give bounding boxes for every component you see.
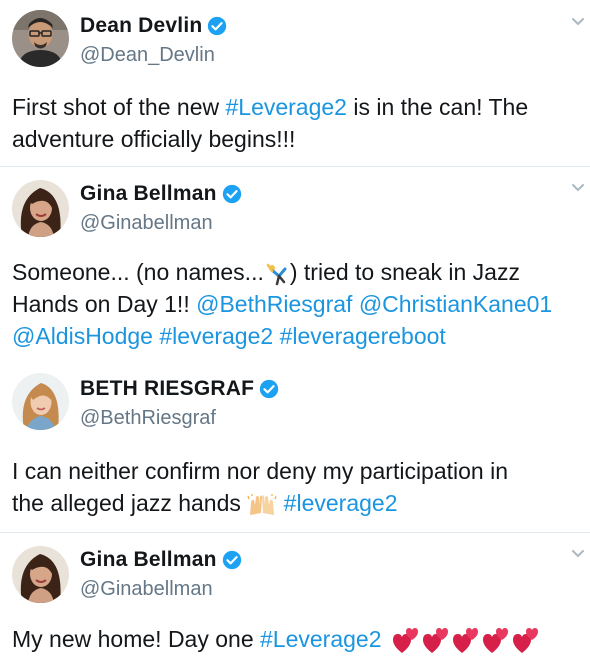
text-segment: First shot of the new	[12, 94, 226, 120]
handle[interactable]: @Ginabellman	[80, 212, 213, 235]
mention-link[interactable]: @BethRiesgraf	[196, 291, 352, 317]
avatar-dean-devlin[interactable]	[12, 10, 69, 67]
tweet-gina-bellman[interactable]: Gina Bellman @Ginabellman Someone... (no…	[0, 167, 590, 362]
text-segment: adventure officially begins!!!	[12, 126, 296, 152]
text-segment: My new home! Day one	[12, 626, 261, 652]
display-name[interactable]: Gina Bellman	[80, 548, 217, 572]
display-name[interactable]: Dean Devlin	[80, 14, 202, 38]
verified-badge-icon	[207, 16, 227, 36]
text-segment: Hands on Day 1!!	[12, 291, 197, 317]
text-segment: Someone... (no names...	[12, 259, 264, 285]
tweet-text: I can neither confirm nor deny my partic…	[12, 455, 586, 519]
avatar-image	[12, 180, 69, 237]
chevron-down-icon[interactable]	[570, 182, 586, 194]
mention-link[interactable]: @ChristianKane01	[359, 291, 552, 317]
handle[interactable]: @BethRiesgraf	[80, 407, 216, 430]
tweet-dean-devlin[interactable]: Dean Devlin @Dean_Devlin First shot of t…	[0, 0, 590, 166]
tweet-text: My new home! Day one #Leverage2	[12, 623, 586, 656]
hashtag-link[interactable]: #leverage2	[159, 323, 273, 349]
tweet-beth-riesgraf[interactable]: BETH RIESGRAF @BethRiesgraf I can neithe…	[0, 362, 590, 532]
tweet-text: First shot of the new #Leverage2 is in t…	[12, 91, 586, 155]
hashtag-link[interactable]: #Leverage2	[225, 94, 347, 120]
avatar-image	[12, 373, 69, 430]
chevron-down-icon[interactable]	[570, 548, 586, 560]
cartwheel-emoji-icon	[264, 261, 290, 287]
text-segment: ) tried to sneak in Jazz	[289, 259, 520, 285]
avatar-gina-bellman[interactable]	[12, 180, 69, 237]
raising-hands-emoji-icon	[247, 493, 277, 517]
handle[interactable]: @Ginabellman	[80, 578, 213, 601]
hashtag-link[interactable]: #leveragereboot	[280, 323, 446, 349]
handle[interactable]: @Dean_Devlin	[80, 44, 215, 67]
avatar-beth-riesgraf[interactable]	[12, 373, 69, 430]
hashtag-link[interactable]: #leverage2	[284, 490, 398, 516]
verified-badge-icon	[259, 379, 279, 399]
two-hearts-emoji-icon	[390, 626, 540, 656]
tweet-text: Someone... (no names... ) tried to sneak …	[12, 256, 586, 352]
avatar-image	[12, 10, 69, 67]
hashtag-link[interactable]: #Leverage2	[260, 626, 382, 652]
mention-link[interactable]: @AldisHodge	[12, 323, 153, 349]
text-segment: is in the can! The	[346, 94, 529, 120]
verified-badge-icon	[222, 550, 242, 570]
verified-badge-icon	[222, 184, 242, 204]
avatar-image	[12, 546, 69, 603]
display-name[interactable]: BETH RIESGRAF	[80, 377, 254, 401]
text-segment: the alleged jazz hands	[12, 490, 248, 516]
avatar-gina-bellman[interactable]	[12, 546, 69, 603]
chevron-down-icon[interactable]	[570, 16, 586, 28]
tweet-gina-bellman-2[interactable]: Gina Bellman @Ginabellman My new home! D…	[0, 533, 590, 670]
text-segment: I can neither confirm nor deny my partic…	[12, 458, 509, 484]
display-name[interactable]: Gina Bellman	[80, 182, 217, 206]
